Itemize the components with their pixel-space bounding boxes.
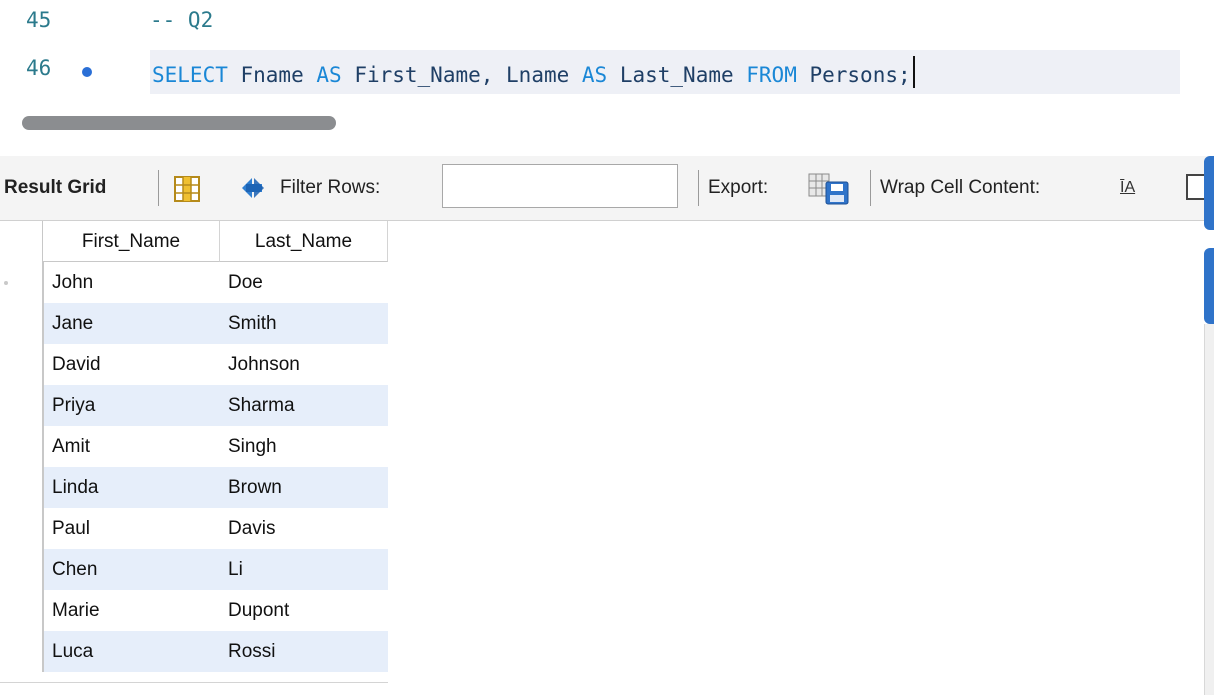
- row-header[interactable]: [0, 303, 43, 344]
- cell-first-name[interactable]: Priya: [43, 385, 220, 426]
- sql-editor[interactable]: 45 -- Q2 46 SELECT Fname AS First_Name, …: [0, 0, 1214, 108]
- horizontal-scrollbar[interactable]: [22, 116, 336, 130]
- cell-first-name[interactable]: Linda: [43, 467, 220, 508]
- cell-last-name[interactable]: Johnson: [220, 344, 388, 385]
- vertical-scrollbar-track[interactable]: [1204, 324, 1214, 695]
- sql-keyword: FROM: [746, 63, 797, 87]
- sql-comment: -- Q2: [150, 8, 214, 32]
- line-number: 46: [26, 56, 52, 80]
- editor-line-46: 46 SELECT Fname AS First_Name, Lname AS …: [0, 50, 1214, 94]
- wrap-cell-content-label: Wrap Cell Content:: [880, 177, 1041, 198]
- editor-line-45: 45 -- Q2: [0, 2, 1214, 42]
- side-panel-tab[interactable]: [1204, 156, 1214, 230]
- wrap-text-icon[interactable]: ĪA: [1120, 156, 1135, 220]
- cell-last-name[interactable]: Dupont: [220, 590, 388, 631]
- cell-first-name[interactable]: Amit: [43, 426, 220, 467]
- cell-first-name[interactable]: John: [43, 262, 220, 303]
- row-header[interactable]: [0, 344, 43, 385]
- column-header-first-name[interactable]: First_Name: [43, 221, 220, 262]
- sql-text: Last_Name: [607, 63, 747, 87]
- cell-last-name[interactable]: Smith: [220, 303, 388, 344]
- row-header[interactable]: [0, 549, 43, 590]
- cell-last-name[interactable]: Rossi: [220, 631, 388, 672]
- cell-last-name[interactable]: Brown: [220, 467, 388, 508]
- toolbar-divider: [870, 170, 871, 206]
- sql-text: Fname: [227, 63, 317, 87]
- cell-first-name[interactable]: Paul: [43, 508, 220, 549]
- filter-rows-label: Filter Rows:: [280, 177, 381, 198]
- cell-last-name[interactable]: Li: [220, 549, 388, 590]
- row-header[interactable]: [0, 508, 43, 549]
- filter-rows-input[interactable]: [442, 164, 678, 208]
- result-toolbar: Result Grid Filter Rows: Export: Wrap Ce…: [0, 156, 1214, 221]
- export-save-icon[interactable]: [808, 172, 850, 206]
- cell-last-name[interactable]: Doe: [220, 262, 388, 303]
- toolbar-divider: [158, 170, 159, 206]
- grid-bottom-border: [0, 682, 388, 683]
- statement-marker-icon: [82, 67, 92, 77]
- line-number: 45: [26, 8, 52, 32]
- sql-keyword: AS: [316, 63, 342, 87]
- sql-text: First_Name, Lname: [341, 63, 582, 87]
- row-header-corner: [0, 221, 43, 263]
- cell-first-name[interactable]: Jane: [43, 303, 220, 344]
- result-grid-tab[interactable]: Result Grid: [4, 156, 106, 220]
- row-header[interactable]: [0, 385, 43, 426]
- row-header[interactable]: [0, 262, 43, 303]
- cell-first-name[interactable]: Chen: [43, 549, 220, 590]
- cell-first-name[interactable]: Luca: [43, 631, 220, 672]
- sql-statement: SELECT Fname AS First_Name, Lname AS Las…: [152, 56, 915, 88]
- result-grid-label: Result Grid: [4, 177, 107, 198]
- side-panel-tab[interactable]: [1204, 248, 1214, 324]
- column-header-last-name[interactable]: Last_Name: [220, 221, 388, 262]
- sql-text: Persons;: [796, 63, 911, 87]
- sql-keyword: AS: [581, 63, 608, 87]
- toolbar-divider: [698, 170, 699, 206]
- refresh-icon[interactable]: [238, 174, 268, 202]
- export-label: Export:: [708, 177, 769, 198]
- cell-last-name[interactable]: Sharma: [220, 385, 388, 426]
- cell-first-name[interactable]: Marie: [43, 590, 220, 631]
- grid-view-icon[interactable]: [174, 176, 200, 202]
- cell-last-name[interactable]: Singh: [220, 426, 388, 467]
- cell-last-name[interactable]: Davis: [220, 508, 388, 549]
- row-header[interactable]: [0, 426, 43, 467]
- text-caret: [912, 56, 915, 88]
- sql-keyword: SELECT: [152, 63, 228, 87]
- row-header[interactable]: [0, 467, 43, 508]
- row-header[interactable]: [0, 590, 43, 631]
- current-row-marker-icon: [4, 281, 8, 285]
- row-header[interactable]: [0, 631, 43, 672]
- cell-first-name[interactable]: David: [43, 344, 220, 385]
